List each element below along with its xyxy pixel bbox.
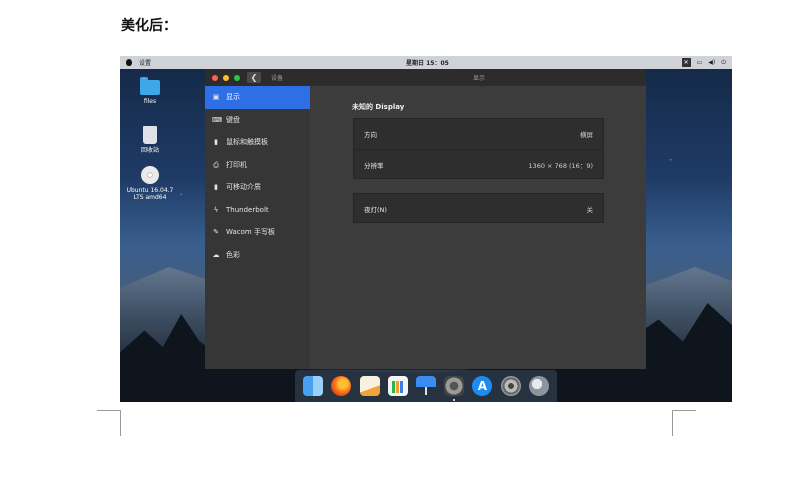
display-icon: ▣ xyxy=(212,93,220,102)
sidebar-item-keyboard[interactable]: ⌨ 键盘 xyxy=(205,109,310,132)
apple-icon[interactable] xyxy=(126,59,132,66)
sidebar-item-label: Wacom 手写板 xyxy=(226,228,275,237)
system-tray: ✕ ▭ ◀) ⏻ xyxy=(681,58,726,67)
page-corner-marker-right xyxy=(672,410,696,436)
app-store-icon[interactable]: A xyxy=(472,376,493,396)
system-preferences-icon[interactable] xyxy=(444,376,465,401)
display-options-group: 方向 横屏 分辨率 1360 × 768 (16：9) xyxy=(353,118,604,179)
back-button[interactable]: ❮ xyxy=(247,72,261,83)
minimize-button[interactable] xyxy=(223,74,229,81)
numbers-icon[interactable] xyxy=(387,376,408,396)
settings-icon[interactable] xyxy=(500,376,521,396)
maximize-button[interactable] xyxy=(234,74,240,81)
desktop-icon-trash[interactable]: 回收站 xyxy=(125,126,175,154)
running-indicator xyxy=(453,399,456,401)
sidebar-item-label: 显示 xyxy=(226,93,240,102)
sidebar-item-display[interactable]: ▣ 显示 xyxy=(205,86,310,109)
keyboard-icon: ⌨ xyxy=(212,115,223,124)
display-settings-panel: 未知的 Display 方向 横屏 分辨率 1360 × 768 (16：9) … xyxy=(310,86,646,369)
window-title: 显示 xyxy=(473,75,486,82)
launchpad-icon[interactable] xyxy=(528,376,549,396)
firefox-icon[interactable] xyxy=(331,376,352,396)
resolution-label: 分辨率 xyxy=(364,161,384,170)
disc-icon xyxy=(141,166,159,184)
orientation-row[interactable]: 方向 横屏 xyxy=(354,119,603,149)
settings-sidebar: ▣ 显示 ⌨ 键盘 ▮ 鼠标和触摸板 ⎙ 打印机 ▮ 可移动介质 ϟ Thund… xyxy=(205,86,310,369)
keynote-icon[interactable] xyxy=(415,376,436,396)
sidebar-item-thunderbolt[interactable]: ϟ Thunderbolt xyxy=(205,199,310,222)
desktop-icon-label: files xyxy=(143,98,157,105)
sidebar-item-label: 鼠标和触摸板 xyxy=(226,138,268,147)
page-corner-marker-left xyxy=(97,410,121,436)
settings-window: ❮ 设备 显示 ▣ 显示 ⌨ 键盘 ▮ 鼠标和触摸板 ⎙ 打印机 ▮ 可移动介质… xyxy=(205,69,646,369)
desktop-icon-disc[interactable]: Ubuntu 16.04.7 LTS amd64 xyxy=(125,166,175,201)
resolution-row[interactable]: 分辨率 1360 × 768 (16：9) xyxy=(354,149,603,179)
desktop-icon-label: 回收站 xyxy=(140,147,159,154)
sidebar-item-mouse[interactable]: ▮ 鼠标和触摸板 xyxy=(205,131,310,154)
sidebar-item-removable-media[interactable]: ▮ 可移动介质 xyxy=(205,176,310,199)
active-app-name[interactable]: 设置 xyxy=(139,58,151,67)
resolution-value[interactable]: 1360 × 768 (16：9) xyxy=(528,160,593,170)
document-page: 美化后： 设置 星期日 15：05 ✕ ▭ ◀) ⏻ files 回收站 Ubu… xyxy=(0,0,792,480)
battery-icon[interactable]: ▭ xyxy=(697,59,703,66)
sidebar-item-color[interactable]: ☁ 色彩 xyxy=(205,244,310,267)
folder-icon xyxy=(140,77,160,95)
printer-icon: ⎙ xyxy=(213,160,219,169)
finder-icon[interactable] xyxy=(303,376,324,396)
volume-icon[interactable]: ◀) xyxy=(708,59,715,66)
sidebar-item-printers[interactable]: ⎙ 打印机 xyxy=(205,154,310,177)
sidebar-item-label: 打印机 xyxy=(226,160,247,169)
usb-icon: ▮ xyxy=(214,183,218,192)
power-icon[interactable]: ⏻ xyxy=(721,59,726,67)
top-menu-bar: 设置 星期日 15：05 ✕ ▭ ◀) ⏻ xyxy=(120,56,732,69)
sidebar-item-label: Thunderbolt xyxy=(226,205,269,214)
wacom-icon: ✎ xyxy=(213,228,219,237)
input-method-icon[interactable]: ✕ xyxy=(681,58,691,67)
night-light-group: 夜灯(N) 关 xyxy=(353,193,604,223)
sidebar-item-wacom[interactable]: ✎ Wacom 手写板 xyxy=(205,221,310,244)
night-light-value[interactable]: 关 xyxy=(587,204,594,214)
trash-icon xyxy=(143,126,157,144)
sidebar-item-label: 键盘 xyxy=(226,115,240,124)
night-light-row[interactable]: 夜灯(N) 关 xyxy=(354,194,603,224)
sidebar-item-label: 色彩 xyxy=(226,250,240,259)
document-heading: 美化后： xyxy=(121,18,177,34)
window-titlebar: ❮ 设备 显示 xyxy=(205,69,646,86)
orientation-label: 方向 xyxy=(364,131,377,139)
sidebar-title: 设备 xyxy=(271,75,284,82)
monitor-name: 未知的 Display xyxy=(352,103,405,111)
desktop-icon-label: Ubuntu 16.04.7 LTS amd64 xyxy=(126,187,174,201)
desktop-icon-files[interactable]: files xyxy=(125,77,175,105)
pages-icon[interactable] xyxy=(359,376,380,396)
close-button[interactable] xyxy=(212,74,218,81)
desktop-screenshot: 设置 星期日 15：05 ✕ ▭ ◀) ⏻ files 回收站 Ubuntu 1… xyxy=(120,56,732,402)
clock[interactable]: 星期日 15：05 xyxy=(406,58,449,67)
orientation-value[interactable]: 横屏 xyxy=(580,129,593,139)
dock: A xyxy=(295,370,557,402)
thunderbolt-icon: ϟ xyxy=(213,205,219,214)
color-icon: ☁ xyxy=(212,250,220,259)
mouse-icon: ▮ xyxy=(214,138,218,147)
sidebar-item-label: 可移动介质 xyxy=(226,183,261,192)
night-light-label: 夜灯(N) xyxy=(364,206,387,214)
